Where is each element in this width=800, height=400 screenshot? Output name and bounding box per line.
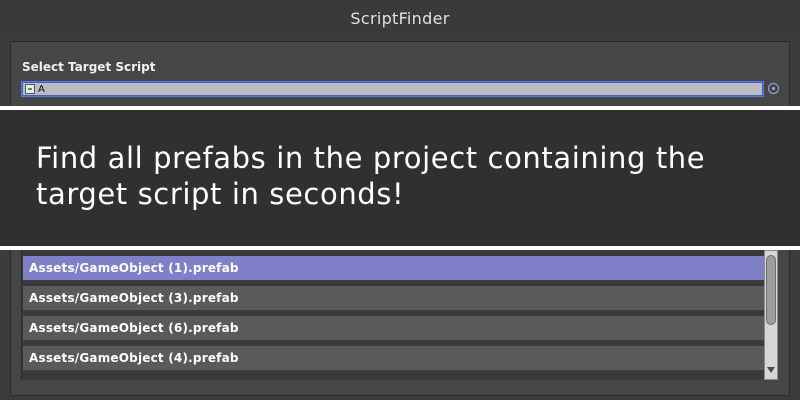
result-row-2[interactable]: Assets/GameObject (3).prefab [23, 286, 764, 312]
window-title: ScriptFinder [350, 8, 450, 28]
promo-banner-text: Find all prefabs in the project containi… [36, 141, 706, 211]
results-scrollbar[interactable] [764, 250, 778, 380]
script-finder-window: ScriptFinder Select Target Script A Asse… [0, 0, 800, 400]
result-path: Assets/GameObject (1).prefab [29, 261, 239, 275]
result-row-4[interactable]: Assets/GameObject (4).prefab [23, 346, 764, 372]
results-list: Assets/GameObject (1).prefab Assets/Game… [21, 250, 764, 380]
script-icon [25, 84, 35, 94]
target-script-field[interactable]: A [21, 81, 764, 97]
result-path: Assets/GameObject (4).prefab [29, 351, 239, 365]
scrollbar-thumb[interactable] [766, 255, 776, 325]
result-row-3[interactable]: Assets/GameObject (6).prefab [23, 316, 764, 342]
object-picker-dot [772, 87, 775, 90]
result-path: Assets/GameObject (3).prefab [29, 291, 239, 305]
result-row-1[interactable]: Assets/GameObject (1).prefab [23, 256, 764, 282]
target-script-value: A [38, 83, 45, 95]
scroll-down-arrow-icon[interactable] [767, 367, 775, 373]
target-script-label: Select Target Script [22, 60, 156, 74]
window-title-bar[interactable]: ScriptFinder [0, 0, 800, 36]
promo-banner: Find all prefabs in the project containi… [0, 106, 800, 250]
object-picker-icon[interactable] [768, 83, 779, 94]
result-path: Assets/GameObject (6).prefab [29, 321, 239, 335]
